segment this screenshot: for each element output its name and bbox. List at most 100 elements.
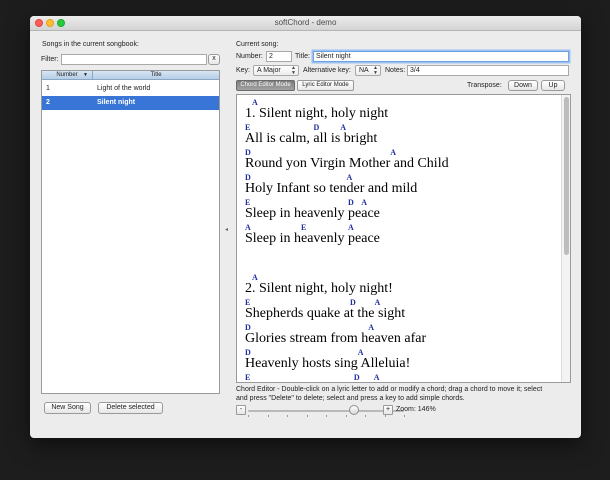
column-header-number[interactable]: Number ▼ — [42, 71, 93, 79]
chord-label[interactable]: E — [245, 373, 250, 382]
row-title-cell: Light of the world — [97, 85, 151, 92]
chord-label[interactable]: E — [245, 298, 250, 307]
new-song-button[interactable]: New Song — [44, 402, 91, 414]
column-header-title[interactable]: Title — [93, 71, 219, 79]
current-song-heading: Current song: — [236, 41, 279, 48]
lyric-text[interactable]: Christ, the Saviour is born — [245, 381, 392, 382]
chord-label[interactable]: D — [354, 373, 360, 382]
lyric-text[interactable]: Sleep in heavenly peace — [245, 206, 380, 222]
lyric-text[interactable]: 2. Silent night, holy night! — [245, 281, 393, 297]
select-arrows-icon: ▲ ▼ — [373, 65, 378, 76]
notes-field[interactable]: 3/4 — [407, 65, 569, 76]
row-number-cell: 2 — [46, 99, 50, 106]
transpose-down-button[interactable]: Down — [508, 80, 538, 91]
song-line[interactable]: Round yon Virgin Mother and Child D A — [245, 148, 558, 173]
chord-label[interactable]: A — [340, 123, 346, 132]
chord-editor-mode-tab[interactable]: Chord Editor Mode — [236, 80, 295, 91]
lyric-text[interactable]: Holy Infant so tender and mild — [245, 181, 417, 197]
slider-tick — [267, 415, 269, 417]
song-line[interactable]: Heavenly hosts sing Alleluia! D A — [245, 348, 558, 373]
lyric-text[interactable]: Glories stream from heaven afar — [245, 331, 426, 347]
filter-input[interactable] — [61, 54, 207, 65]
chord-label[interactable]: A — [252, 98, 258, 107]
number-label: Number: — [236, 53, 263, 60]
chord-label[interactable]: A — [346, 173, 352, 182]
slider-tick — [326, 415, 327, 417]
slider-tick — [287, 415, 288, 417]
table-row[interactable]: 1 Light of the world — [42, 82, 219, 96]
sort-descending-icon: ▼ — [83, 72, 88, 78]
table-row[interactable]: 2 Silent night — [42, 96, 219, 110]
delete-selected-button[interactable]: Delete selected — [98, 402, 163, 414]
lyric-text[interactable]: 1. Silent night, holy night — [245, 106, 388, 122]
alternative-key-select[interactable]: NA ▲ ▼ — [355, 65, 381, 76]
lyric-text[interactable]: Shepherds quake at the sight — [245, 306, 405, 322]
chord-label[interactable]: A — [348, 223, 354, 232]
chord-label[interactable]: E — [245, 198, 250, 207]
song-line[interactable]: Holy Infant so tender and mild D A — [245, 173, 558, 198]
alternative-key-label: Alternative key: — [303, 67, 351, 74]
lyric-text[interactable]: Sleep in heavenly peace — [245, 231, 380, 247]
editor-scroll-thumb[interactable] — [564, 97, 569, 255]
song-line[interactable]: Sleep in heavenly peace E D A — [245, 198, 558, 223]
editor-hint-line-1: Chord Editor - Double-click on a lyric l… — [236, 386, 543, 393]
chord-label[interactable]: A — [368, 323, 374, 332]
transpose-label: Transpose: — [467, 82, 502, 89]
chord-label[interactable]: A — [245, 223, 251, 232]
transpose-up-button[interactable]: Up — [541, 80, 565, 91]
chord-label[interactable]: D — [245, 323, 251, 332]
filter-label: Filter: — [41, 56, 59, 63]
song-title-field[interactable]: Silent night — [313, 51, 569, 62]
zoom-slider-track[interactable] — [248, 410, 404, 412]
chord-label[interactable]: D — [350, 298, 356, 307]
chord-label[interactable]: D — [245, 148, 251, 157]
split-pane-handle[interactable]: ◂ — [225, 226, 228, 233]
song-line[interactable]: All is calm, all is bright E D A — [245, 123, 558, 148]
song-line[interactable]: 1. Silent night, holy night A — [245, 98, 558, 123]
chord-label[interactable]: A — [252, 273, 258, 282]
key-select[interactable]: A Major ▲ ▼ — [253, 65, 299, 76]
lyric-text[interactable]: Heavenly hosts sing Alleluia! — [245, 356, 410, 372]
zoom-out-button[interactable]: - — [236, 405, 246, 415]
editor-scrollbar[interactable] — [561, 95, 570, 382]
song-line[interactable] — [245, 248, 558, 273]
chord-label[interactable]: D — [313, 123, 319, 132]
zoom-in-button[interactable]: + — [383, 405, 393, 415]
notes-label: Notes: — [385, 67, 406, 74]
song-line[interactable]: Christ, the Saviour is bornE D A — [245, 373, 558, 382]
slider-tick — [345, 415, 347, 417]
lyric-text[interactable]: All is calm, all is bright — [245, 131, 377, 147]
chord-label[interactable]: A — [390, 148, 396, 157]
song-editor-canvas[interactable]: 1. Silent night, holy night A All is calm,… — [236, 94, 571, 383]
chord-label[interactable]: D — [245, 173, 251, 182]
chord-label[interactable]: E — [301, 223, 306, 232]
lyric-text[interactable]: Round yon Virgin Mother and Child — [245, 156, 449, 172]
slider-tick — [248, 415, 249, 417]
chord-label[interactable]: A — [374, 373, 380, 382]
table-header: Number ▼ Title — [42, 71, 219, 80]
slider-tick — [384, 415, 386, 417]
songs-table[interactable]: Number ▼ Title 1 Light of the world 2 Silen… — [41, 70, 220, 394]
chord-label[interactable]: A — [374, 298, 380, 307]
chord-label[interactable]: A — [361, 198, 367, 207]
zoom-slider-handle[interactable] — [349, 405, 360, 415]
song-line[interactable]: Sleep in heavenly peace A E A — [245, 223, 558, 248]
lyric-editor-mode-tab[interactable]: Lyric Editor Mode — [297, 80, 354, 91]
zoom-level-label: Zoom: 146% — [396, 406, 436, 413]
title-bar[interactable]: softChord - demo — [30, 16, 581, 31]
song-line[interactable]: 2. Silent night, holy night! A — [245, 273, 558, 298]
key-label: Key: — [236, 67, 251, 74]
chord-label[interactable]: A — [358, 348, 364, 357]
song-line[interactable]: Glories stream from heaven afar D A — [245, 323, 558, 348]
song-number-field[interactable]: 2 — [266, 51, 292, 62]
row-title-cell: Silent night — [97, 99, 136, 106]
slider-tick — [404, 415, 405, 417]
chord-label[interactable]: D — [245, 348, 251, 357]
chord-label[interactable]: E — [245, 123, 250, 132]
app-window: softChord - demo Songs in the current so… — [30, 16, 581, 438]
editor-hint-line-2: and press "Delete" to delete; select and… — [236, 395, 465, 402]
song-line[interactable]: Shepherds quake at the sight E D A — [245, 298, 558, 323]
clear-filter-button[interactable]: x — [208, 54, 220, 65]
chord-label[interactable]: D — [348, 198, 354, 207]
slider-tick — [306, 415, 308, 417]
